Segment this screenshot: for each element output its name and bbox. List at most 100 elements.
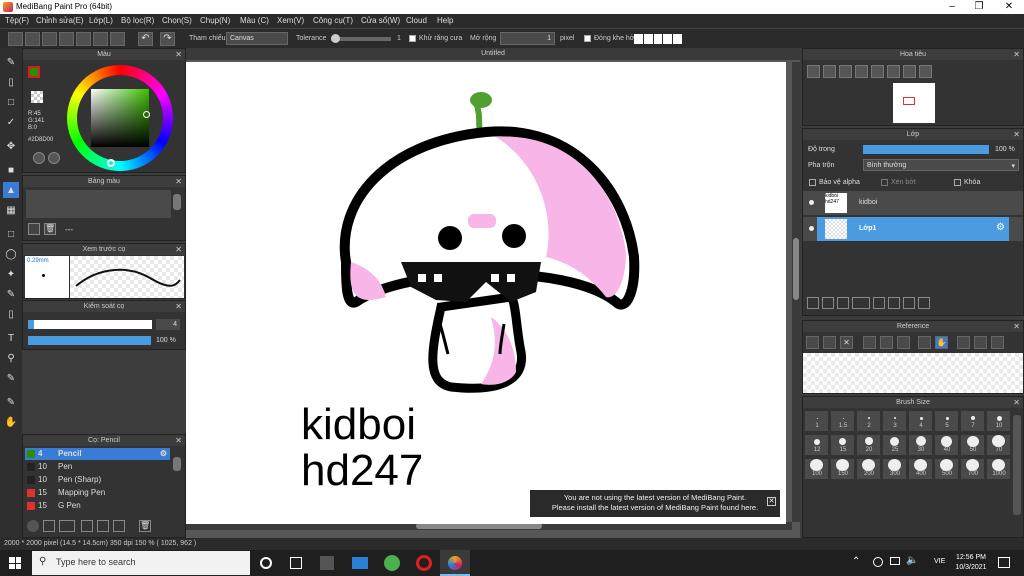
- panel-close-icon[interactable]: ✕: [1013, 321, 1020, 332]
- brush-size-cell[interactable]: 1.5: [830, 410, 855, 432]
- maximize-button[interactable]: ❐: [966, 0, 992, 14]
- brush-size-cell[interactable]: 2: [856, 410, 881, 432]
- rotate-right-icon[interactable]: [887, 65, 900, 78]
- store-icon[interactable]: [320, 556, 334, 570]
- fill-bucket-icon[interactable]: ▲: [3, 182, 19, 198]
- gradient-tool-icon[interactable]: ▦: [3, 202, 19, 218]
- panel-close-icon[interactable]: ✕: [175, 301, 182, 312]
- actual-size-icon[interactable]: [855, 65, 868, 78]
- panel-close-icon[interactable]: ✕: [1013, 49, 1020, 60]
- select-tool-icon[interactable]: □: [3, 226, 19, 242]
- lasso-tool-icon[interactable]: ◯: [3, 246, 19, 262]
- brush-size-cell[interactable]: 1: [804, 410, 829, 432]
- panel-close-icon[interactable]: ✕: [175, 244, 182, 255]
- eraser-tool-icon[interactable]: ▯: [3, 74, 19, 90]
- new-8bit-layer-icon[interactable]: [837, 297, 849, 309]
- guide-icon[interactable]: [93, 32, 108, 46]
- reference-zoom-in-icon[interactable]: [863, 336, 876, 349]
- panel-close-icon[interactable]: ✕: [1013, 129, 1020, 140]
- brush-size-cell[interactable]: 70: [986, 434, 1011, 456]
- expand-input[interactable]: 1: [500, 32, 555, 45]
- reference-eyedropper-icon[interactable]: [918, 336, 931, 349]
- brush-row[interactable]: 15 Mapping Pen: [25, 487, 170, 499]
- brush-size-cell[interactable]: 10: [986, 410, 1011, 432]
- new-halftone-layer-icon[interactable]: [822, 297, 834, 309]
- brush-size-cell[interactable]: 30: [908, 434, 933, 456]
- magic-wand-icon[interactable]: ✦: [3, 266, 19, 282]
- saturation-value-square[interactable]: [91, 89, 149, 147]
- brush-size-cell[interactable]: 7: [960, 410, 985, 432]
- duplicate-icon[interactable]: [113, 520, 125, 532]
- comment-icon[interactable]: [42, 32, 57, 46]
- shape-tool-icon[interactable]: ■: [3, 162, 19, 178]
- trash-icon[interactable]: 🗑: [44, 223, 56, 235]
- brush-size-cell[interactable]: 20: [856, 434, 881, 456]
- network-icon[interactable]: [890, 557, 900, 565]
- folder-icon[interactable]: [97, 520, 109, 532]
- coccoc-icon[interactable]: [384, 555, 400, 571]
- close-window-button[interactable]: ✕: [996, 0, 1022, 14]
- brush-size-cell[interactable]: 5: [934, 410, 959, 432]
- menu-layer[interactable]: Lớp(L): [89, 16, 113, 25]
- minimize-button[interactable]: –: [939, 0, 965, 14]
- task-view-icon[interactable]: [290, 557, 302, 569]
- brush-menu-icon[interactable]: [59, 520, 75, 532]
- brush-size-cell[interactable]: 150: [830, 458, 855, 480]
- menu-select[interactable]: Chọn(S): [162, 16, 192, 25]
- document-tab[interactable]: Untitled: [186, 48, 800, 60]
- onedrive-icon[interactable]: [873, 557, 883, 567]
- reference-reset-icon[interactable]: [991, 336, 1004, 349]
- palette-scrollbar[interactable]: [173, 194, 181, 210]
- delete-layer-icon[interactable]: [918, 297, 930, 309]
- brush-size-cell[interactable]: 200: [856, 458, 881, 480]
- close-notice-icon[interactable]: ✕: [767, 497, 776, 506]
- brush-size-cell[interactable]: 300: [882, 458, 907, 480]
- panel-close-icon[interactable]: ✕: [175, 176, 182, 187]
- menu-cloud[interactable]: Cloud: [406, 16, 427, 25]
- snap-icon[interactable]: [110, 32, 125, 46]
- protect-alpha-checkbox[interactable]: [809, 179, 816, 186]
- export-icon[interactable]: [25, 32, 40, 46]
- cortana-icon[interactable]: [260, 557, 272, 569]
- brush-size-cell[interactable]: 25: [882, 434, 907, 456]
- reference-rotate-right-icon[interactable]: [974, 336, 987, 349]
- brush-row[interactable]: 4 Pencil ⚙: [25, 448, 170, 460]
- clip-checkbox[interactable]: [881, 179, 888, 186]
- menu-edit[interactable]: Chỉnh sửa(E): [36, 16, 84, 25]
- panel-close-icon[interactable]: ✕: [175, 49, 182, 60]
- tolerance-handle[interactable]: [331, 34, 340, 43]
- brush-list-scrollbar[interactable]: [173, 457, 181, 471]
- reference-fit-icon[interactable]: [880, 336, 893, 349]
- hand-tool-icon[interactable]: ✋: [3, 414, 19, 430]
- brush-row[interactable]: 10 Pen: [25, 461, 170, 473]
- redo-icon[interactable]: ↷: [160, 32, 175, 46]
- new-layer-icon[interactable]: [807, 297, 819, 309]
- brush-size-value[interactable]: 4: [156, 319, 180, 330]
- brush-size-cell[interactable]: 40: [934, 434, 959, 456]
- cloud-icon[interactable]: [8, 32, 23, 46]
- color-wheel-mode-icon[interactable]: [33, 152, 45, 164]
- reference-canvas[interactable]: [803, 353, 1023, 393]
- menu-capture[interactable]: Chụp(N): [200, 16, 230, 25]
- drawing-canvas[interactable]: kidboi hd247: [186, 62, 786, 524]
- brush-tool-icon[interactable]: ✎: [3, 54, 19, 70]
- brush-size-cell[interactable]: 400: [908, 458, 933, 480]
- brush-size-cell[interactable]: 1000: [986, 458, 1011, 480]
- layer-row[interactable]: kidboi hd247 kidboi: [803, 191, 1023, 215]
- reference-hand-icon[interactable]: ✋: [935, 336, 948, 349]
- brush-opacity-slider[interactable]: [28, 336, 151, 345]
- antialias-checkbox[interactable]: [409, 35, 416, 42]
- visibility-eye-icon[interactable]: [809, 226, 814, 231]
- merge-layer-icon[interactable]: [903, 297, 915, 309]
- brush-size-scrollbar[interactable]: [1013, 415, 1021, 515]
- reference-select[interactable]: Canvas: [226, 32, 288, 45]
- secondary-color-swatch[interactable]: [31, 91, 43, 103]
- operation-tool-icon[interactable]: ⚲: [3, 350, 19, 366]
- move-tool-icon[interactable]: ✥: [3, 138, 19, 154]
- grid-icon[interactable]: [76, 32, 91, 46]
- select-pen-icon[interactable]: ✎: [3, 286, 19, 302]
- reference-close-icon[interactable]: ✕: [840, 336, 853, 349]
- menu-window[interactable]: Cửa sổ(W): [361, 16, 400, 25]
- check-tool-icon[interactable]: ✓: [3, 114, 19, 130]
- palette-area[interactable]: [26, 190, 171, 218]
